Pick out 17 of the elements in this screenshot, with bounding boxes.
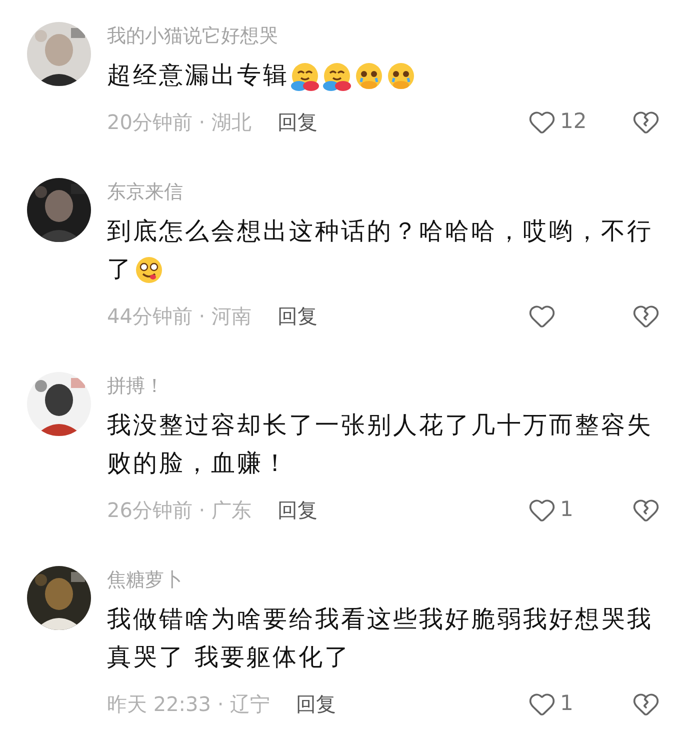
comment-text: 到底怎么会想出这种话的？哈哈哈，哎哟，不行了 [107, 212, 659, 288]
comment-text: 超经意漏出专辑 [107, 56, 659, 94]
reply-button[interactable]: 回复 [296, 689, 336, 719]
timestamp: 昨天 22:33 · 辽宁 [107, 691, 270, 718]
reply-button[interactable]: 回复 [278, 495, 318, 525]
comment-text: 我没整过容却长了一张别人花了几十万而整容失败的脸，血赚！ [107, 410, 654, 479]
hugging-face-icon [289, 60, 321, 92]
reply-button[interactable]: 回复 [278, 107, 318, 137]
like-count: 1 [560, 497, 574, 522]
timestamp: 26分钟前 · 广东 [107, 497, 252, 524]
like-count: 1 [560, 691, 574, 716]
like-count: 12 [560, 109, 587, 134]
hugging-face-icon [321, 60, 353, 92]
timestamp: 44分钟前 · 河南 [107, 303, 252, 330]
comment-text: 我做错啥为啥要给我看这些我好脆弱我好想哭我真哭了 我要躯体化了 [107, 604, 654, 673]
reply-button[interactable]: 回复 [278, 301, 318, 331]
timestamp: 20分钟前 · 湖北 [107, 109, 252, 136]
